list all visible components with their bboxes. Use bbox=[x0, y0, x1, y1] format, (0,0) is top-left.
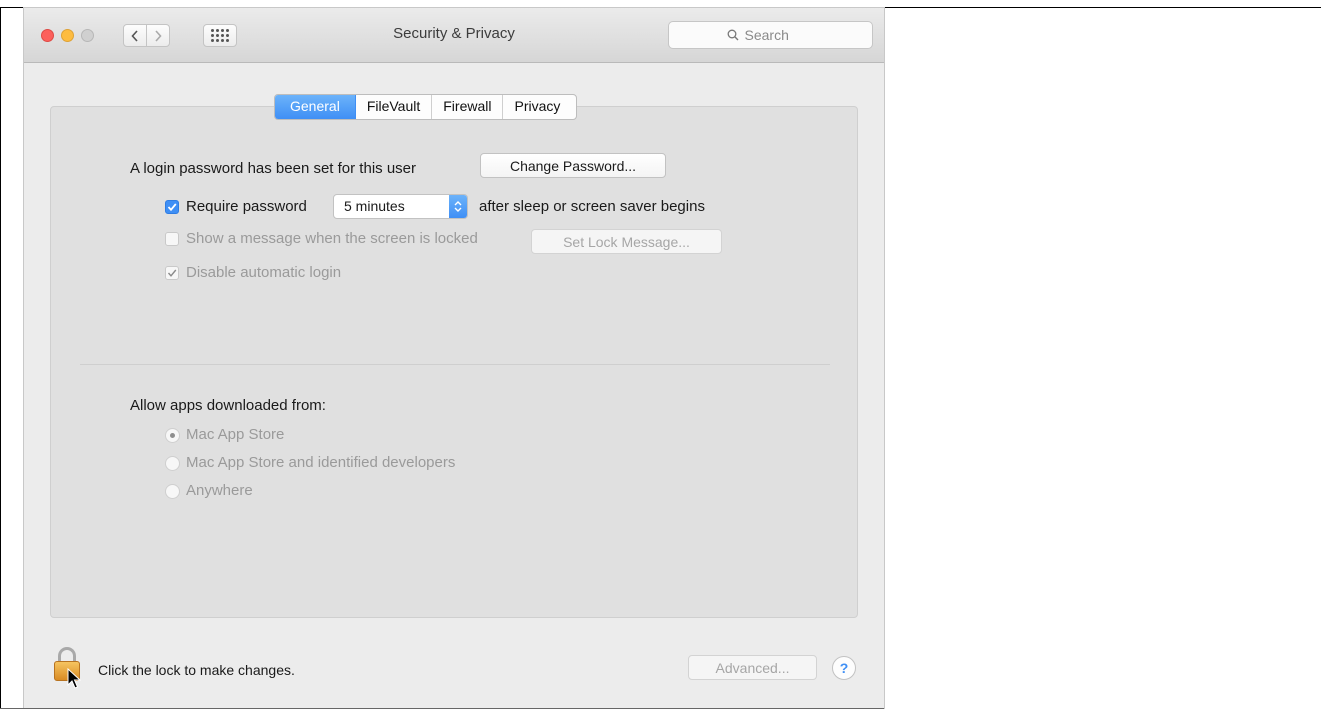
mouse-cursor-icon bbox=[67, 668, 81, 689]
tab-privacy[interactable]: Privacy bbox=[503, 95, 576, 119]
require-password-label: Require password bbox=[186, 198, 307, 215]
require-password-suffix: after sleep or screen saver begins bbox=[479, 198, 705, 215]
tab-filevault[interactable]: FileVault bbox=[356, 95, 433, 119]
show-all-button[interactable] bbox=[203, 24, 237, 47]
minimize-window-button[interactable] bbox=[61, 29, 74, 42]
change-password-button[interactable]: Change Password... bbox=[480, 153, 666, 178]
show-message-checkbox[interactable] bbox=[165, 232, 179, 246]
show-message-label: Show a message when the screen is locked bbox=[186, 230, 478, 247]
back-button[interactable] bbox=[123, 24, 147, 47]
forward-button[interactable] bbox=[146, 24, 170, 47]
disable-auto-login-label: Disable automatic login bbox=[186, 264, 342, 281]
radio-mac-app-store-label: Mac App Store bbox=[186, 426, 285, 443]
updown-chevron-icon bbox=[449, 195, 467, 218]
password-delay-select[interactable]: 5 minutes bbox=[333, 194, 468, 219]
chevron-right-icon bbox=[155, 29, 162, 42]
radio-mac-app-store[interactable] bbox=[165, 428, 180, 443]
close-window-button[interactable] bbox=[41, 29, 54, 42]
search-field[interactable] bbox=[668, 21, 873, 49]
tab-bar: General FileVault Firewall Privacy bbox=[274, 94, 578, 120]
section-divider bbox=[80, 364, 830, 365]
window-title: Security & Privacy bbox=[393, 25, 515, 42]
password-delay-value: 5 minutes bbox=[344, 198, 405, 214]
zoom-window-button[interactable] bbox=[81, 29, 94, 42]
radio-anywhere-label: Anywhere bbox=[186, 482, 253, 499]
require-password-checkbox[interactable] bbox=[165, 200, 179, 214]
radio-identified-developers[interactable] bbox=[165, 456, 180, 471]
advanced-button[interactable]: Advanced... bbox=[688, 655, 817, 680]
lock-message: Click the lock to make changes. bbox=[98, 662, 295, 678]
set-lock-message-button[interactable]: Set Lock Message... bbox=[531, 229, 722, 254]
tab-firewall[interactable]: Firewall bbox=[432, 95, 504, 119]
security-privacy-window: Security & Privacy General FileVault Fir… bbox=[24, 8, 884, 709]
login-password-text: A login password has been set for this u… bbox=[130, 160, 416, 177]
disable-auto-login-checkbox[interactable] bbox=[165, 266, 179, 280]
title-bar: Security & Privacy bbox=[24, 8, 884, 63]
radio-selected-dot bbox=[170, 433, 175, 438]
help-icon: ? bbox=[839, 660, 849, 676]
help-button[interactable]: ? bbox=[832, 656, 856, 680]
frame-border-left bbox=[0, 7, 1, 709]
checkmark-icon bbox=[167, 269, 177, 277]
checkmark-icon bbox=[167, 203, 177, 212]
search-input[interactable] bbox=[744, 27, 815, 43]
grid-icon bbox=[211, 29, 229, 42]
tab-general[interactable]: General bbox=[275, 95, 356, 119]
allow-apps-heading: Allow apps downloaded from: bbox=[130, 397, 326, 414]
radio-identified-developers-label: Mac App Store and identified developers bbox=[186, 454, 456, 471]
radio-anywhere[interactable] bbox=[165, 484, 180, 499]
tab-content-panel bbox=[50, 106, 858, 618]
search-icon bbox=[727, 29, 738, 41]
chevron-left-icon bbox=[131, 29, 138, 42]
